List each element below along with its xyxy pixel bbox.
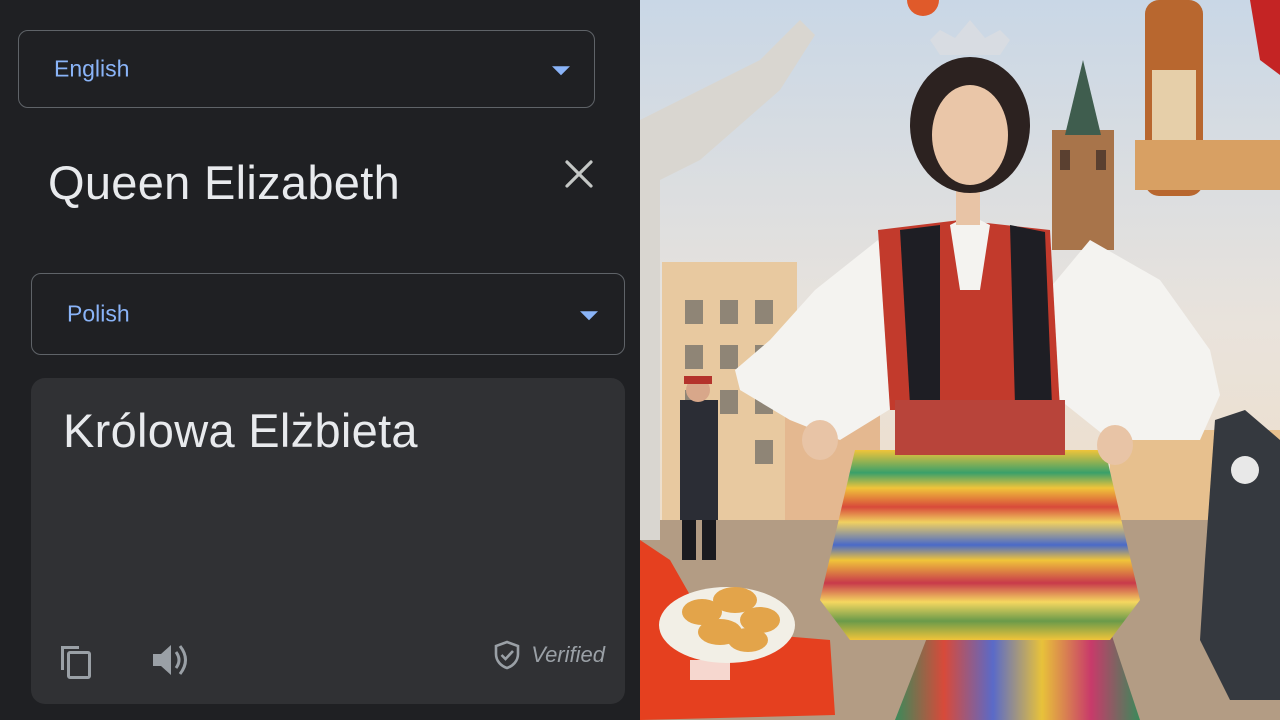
chevron-down-icon <box>580 311 598 321</box>
translation-text: Królowa Elżbieta <box>63 404 418 457</box>
source-language-label: English <box>54 55 130 82</box>
verified-badge: Verified <box>493 640 605 670</box>
speaker-icon <box>153 645 187 675</box>
target-language-label: Polish <box>67 300 130 327</box>
copy-icon <box>61 646 91 679</box>
close-icon <box>565 160 593 188</box>
shield-check-icon <box>494 640 520 670</box>
source-language-select[interactable]: English <box>18 30 595 108</box>
translate-panel: English Queen Elizabeth Polish Królowa E… <box>0 0 640 720</box>
copy-button[interactable] <box>55 640 95 680</box>
queen-collage-image <box>640 0 1280 720</box>
clear-button[interactable] <box>560 155 598 193</box>
translation-card: Królowa Elżbieta Verified <box>31 378 625 704</box>
source-text-input[interactable]: Queen Elizabeth <box>48 155 400 210</box>
photo-collage <box>640 0 1280 720</box>
verified-label: Verified <box>531 642 605 667</box>
target-language-select[interactable]: Polish <box>31 273 625 355</box>
chevron-down-icon <box>552 66 570 76</box>
listen-button[interactable] <box>149 638 193 682</box>
